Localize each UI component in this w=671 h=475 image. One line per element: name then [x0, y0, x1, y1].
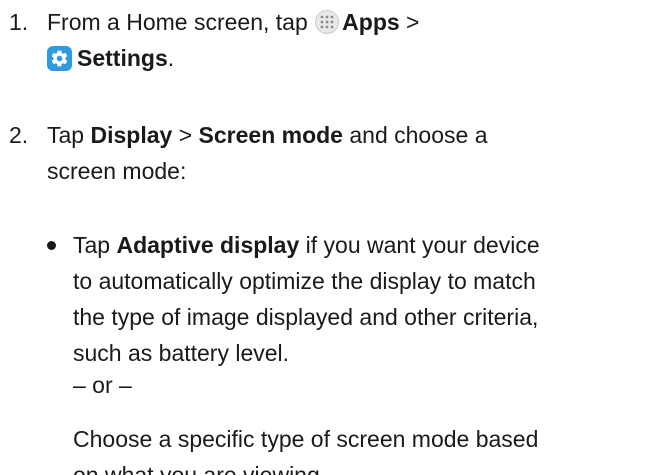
bullet-line-1-rest: if you want your device	[305, 232, 540, 258]
alternative-line-1: Choose a specific type of screen mode ba…	[73, 426, 539, 452]
step-1-prefix: From a Home screen, tap	[47, 9, 308, 35]
step-1-number: 1.	[9, 9, 29, 35]
separator-arrow-2: >	[178, 122, 193, 148]
step-2-line-2: screen mode:	[47, 158, 187, 184]
bullet-line-3: the type of image displayed and other cr…	[73, 304, 539, 330]
display-label: Display	[90, 122, 173, 148]
step-1-period: .	[167, 45, 175, 71]
alternative-line-2: on what you are viewing.	[73, 462, 327, 475]
step-2-number: 2.	[9, 122, 29, 148]
or-separator: – or –	[73, 372, 132, 398]
alternative-text: Choose a specific type of screen mode ba…	[73, 421, 671, 475]
apps-grid-icon	[315, 10, 340, 34]
bullet-dot-icon	[47, 241, 56, 250]
gear-icon	[47, 46, 72, 71]
separator-arrow: >	[406, 9, 420, 35]
bullet-tap: Tap	[73, 232, 111, 258]
apps-label: Apps	[342, 9, 400, 35]
step-2-text: Tap Display > Screen mode and choose a s…	[47, 117, 667, 189]
step-2-suffix: and choose a	[349, 122, 488, 148]
bullet-line-4: such as battery level.	[73, 340, 290, 366]
screen-mode-label: Screen mode	[198, 122, 343, 148]
bullet-line-2: to automatically optimize the display to…	[73, 268, 536, 294]
step-1-text: From a Home screen, tap Apps > Settings.	[47, 4, 667, 76]
settings-label: Settings	[77, 45, 168, 71]
step-2-tap: Tap	[47, 122, 85, 148]
bullet-text: Tap Adaptive display if you want your de…	[73, 227, 671, 371]
adaptive-display-label: Adaptive display	[116, 232, 300, 258]
